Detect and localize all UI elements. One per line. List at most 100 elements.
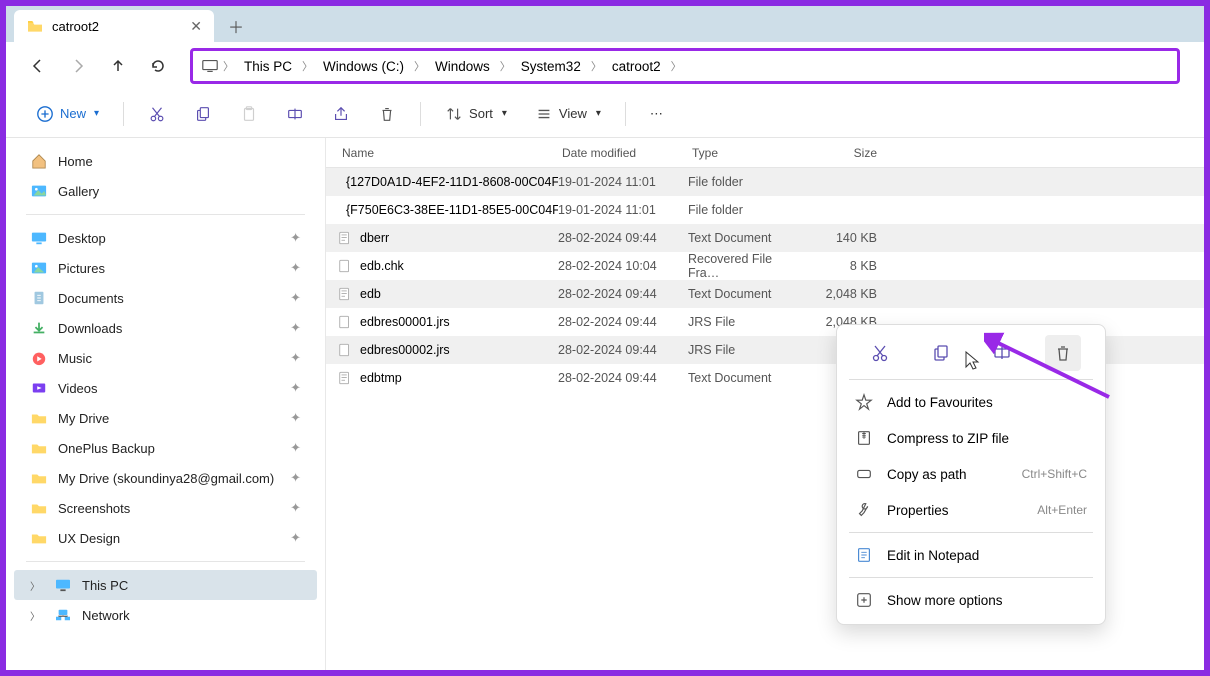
column-name[interactable]: Name bbox=[338, 146, 558, 160]
sidebar-item-home[interactable]: Home bbox=[14, 146, 317, 176]
breadcrumb-item[interactable]: This PC bbox=[238, 57, 298, 76]
chevron-right-icon: 〉 bbox=[302, 58, 313, 74]
file-icon bbox=[338, 258, 352, 274]
zip-icon bbox=[855, 429, 873, 447]
forward-button[interactable] bbox=[62, 50, 94, 82]
copy-button[interactable] bbox=[184, 98, 222, 130]
file-icon bbox=[338, 286, 352, 302]
sidebar-item[interactable]: My Drive✦ bbox=[14, 403, 317, 433]
pin-icon: ✦ bbox=[290, 350, 301, 366]
file-row[interactable]: {127D0A1D-4EF2-11D1-8608-00C04FC295… 19-… bbox=[326, 168, 1204, 196]
column-type[interactable]: Type bbox=[688, 146, 793, 160]
breadcrumb-item[interactable]: Windows (C:) bbox=[317, 57, 410, 76]
sidebar-item[interactable]: Music✦ bbox=[14, 343, 317, 373]
folder-icon bbox=[30, 230, 48, 246]
file-row[interactable]: edb 28-02-2024 09:44 Text Document 2,048… bbox=[326, 280, 1204, 308]
ctx-properties[interactable]: Properties Alt+Enter bbox=[841, 492, 1101, 528]
more-icon bbox=[855, 591, 873, 609]
sidebar-item[interactable]: Documents✦ bbox=[14, 283, 317, 313]
sidebar-item[interactable]: My Drive (skoundinya28@gmail.com)✦ bbox=[14, 463, 317, 493]
file-icon bbox=[338, 342, 352, 358]
file-icon bbox=[338, 230, 352, 246]
add-tab-button[interactable]: ＋ bbox=[218, 10, 254, 42]
back-button[interactable] bbox=[22, 50, 54, 82]
star-icon bbox=[855, 393, 873, 411]
folder-icon bbox=[30, 350, 48, 366]
chevron-right-icon: 〉 bbox=[414, 58, 425, 74]
cut-button[interactable] bbox=[138, 98, 176, 130]
ctx-notepad[interactable]: Edit in Notepad bbox=[841, 537, 1101, 573]
file-row[interactable]: edb.chk 28-02-2024 10:04 Recovered File … bbox=[326, 252, 1204, 280]
pc-icon bbox=[54, 578, 72, 592]
ctx-delete-button[interactable] bbox=[1045, 335, 1081, 371]
pin-icon: ✦ bbox=[290, 290, 301, 306]
folder-icon bbox=[30, 440, 48, 456]
sidebar-item-network[interactable]: 〉 Network bbox=[14, 600, 317, 630]
share-button[interactable] bbox=[322, 98, 360, 130]
file-row[interactable]: {F750E6C3-38EE-11D1-85E5-00C04FC295… 19-… bbox=[326, 196, 1204, 224]
sidebar-item[interactable]: Downloads✦ bbox=[14, 313, 317, 343]
ctx-copy-button[interactable] bbox=[923, 335, 959, 371]
network-icon bbox=[54, 608, 72, 622]
file-icon bbox=[338, 314, 352, 330]
chevron-right-icon: 〉 bbox=[223, 58, 234, 74]
chevron-right-icon: 〉 bbox=[30, 578, 44, 593]
path-icon bbox=[855, 465, 873, 483]
nav-bar: 〉 This PC 〉 Windows (C:) 〉 Windows 〉 Sys… bbox=[6, 42, 1204, 90]
breadcrumb[interactable]: 〉 This PC 〉 Windows (C:) 〉 Windows 〉 Sys… bbox=[190, 48, 1180, 84]
context-toolbar bbox=[841, 331, 1101, 375]
breadcrumb-item[interactable]: catroot2 bbox=[606, 57, 667, 76]
pin-icon: ✦ bbox=[290, 440, 301, 456]
gallery-icon bbox=[30, 183, 48, 199]
sort-button[interactable]: Sort▾ bbox=[435, 98, 517, 130]
pin-icon: ✦ bbox=[290, 530, 301, 546]
column-size[interactable]: Size bbox=[793, 146, 893, 160]
toolbar: New ▾ Sort▾ View▾ ⋯ bbox=[6, 90, 1204, 138]
up-button[interactable] bbox=[102, 50, 134, 82]
context-menu: Add to Favourites Compress to ZIP file C… bbox=[836, 324, 1106, 625]
delete-button[interactable] bbox=[368, 98, 406, 130]
sidebar-item-gallery[interactable]: Gallery bbox=[14, 176, 317, 206]
breadcrumb-item[interactable]: Windows bbox=[429, 57, 496, 76]
ctx-compress[interactable]: Compress to ZIP file bbox=[841, 420, 1101, 456]
wrench-icon bbox=[855, 501, 873, 519]
home-icon bbox=[30, 153, 48, 169]
tab-catroot2[interactable]: catroot2 ✕ bbox=[14, 10, 214, 42]
sidebar-item-this-pc[interactable]: 〉 This PC bbox=[14, 570, 317, 600]
paste-button[interactable] bbox=[230, 98, 268, 130]
sidebar-item[interactable]: Pictures✦ bbox=[14, 253, 317, 283]
pin-icon: ✦ bbox=[290, 230, 301, 246]
column-headers[interactable]: Name Date modified Type Size bbox=[326, 138, 1204, 168]
folder-icon bbox=[30, 500, 48, 516]
ctx-cut-button[interactable] bbox=[862, 335, 898, 371]
ctx-copy-path[interactable]: Copy as path Ctrl+Shift+C bbox=[841, 456, 1101, 492]
folder-icon bbox=[30, 260, 48, 276]
refresh-button[interactable] bbox=[142, 50, 174, 82]
sidebar-item[interactable]: Screenshots✦ bbox=[14, 493, 317, 523]
folder-icon bbox=[30, 380, 48, 396]
chevron-right-icon: 〉 bbox=[30, 608, 44, 623]
sidebar-item[interactable]: OnePlus Backup✦ bbox=[14, 433, 317, 463]
chevron-right-icon: 〉 bbox=[500, 58, 511, 74]
ctx-more-options[interactable]: Show more options bbox=[841, 582, 1101, 618]
close-icon[interactable]: ✕ bbox=[190, 18, 202, 35]
file-row[interactable]: dberr 28-02-2024 09:44 Text Document 140… bbox=[326, 224, 1204, 252]
sidebar-item[interactable]: UX Design✦ bbox=[14, 523, 317, 553]
chevron-right-icon: 〉 bbox=[671, 58, 682, 74]
folder-icon bbox=[30, 320, 48, 336]
sidebar: Home Gallery Desktop✦Pictures✦Documents✦… bbox=[6, 138, 326, 670]
folder-icon bbox=[30, 290, 48, 306]
tab-title: catroot2 bbox=[52, 19, 99, 34]
tab-bar: catroot2 ✕ ＋ bbox=[6, 6, 1204, 42]
ctx-favourites[interactable]: Add to Favourites bbox=[841, 384, 1101, 420]
new-button[interactable]: New ▾ bbox=[26, 98, 109, 130]
sidebar-item[interactable]: Videos✦ bbox=[14, 373, 317, 403]
breadcrumb-item[interactable]: System32 bbox=[515, 57, 587, 76]
sidebar-item[interactable]: Desktop✦ bbox=[14, 223, 317, 253]
ctx-rename-button[interactable] bbox=[984, 335, 1020, 371]
view-button[interactable]: View▾ bbox=[525, 98, 611, 130]
column-date[interactable]: Date modified bbox=[558, 146, 688, 160]
more-button[interactable]: ⋯ bbox=[640, 98, 673, 130]
folder-icon bbox=[30, 410, 48, 426]
rename-button[interactable] bbox=[276, 98, 314, 130]
